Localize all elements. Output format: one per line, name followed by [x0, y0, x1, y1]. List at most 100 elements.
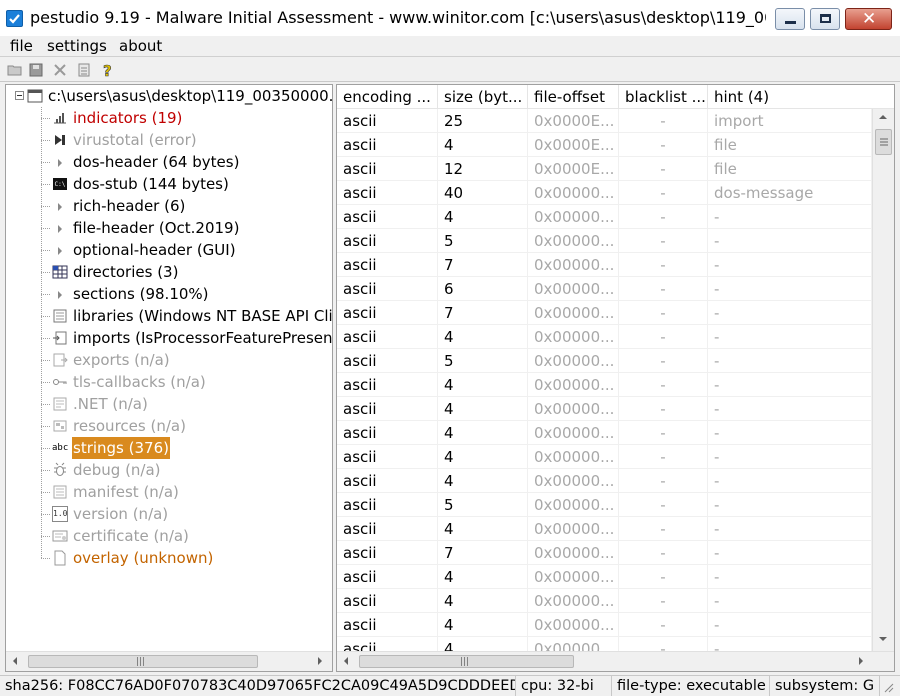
scroll-down-arrow-icon[interactable]: [879, 637, 887, 641]
table-row[interactable]: ascii 4 0x00000... - -: [337, 589, 872, 613]
cell-hint: -: [708, 277, 872, 301]
tree-item[interactable]: optional-header (GUI): [6, 239, 332, 261]
table-row[interactable]: ascii 4 0x00000... - -: [337, 373, 872, 397]
tree-view[interactable]: c:\users\asus\desktop\119_00350000.b ind…: [6, 85, 332, 651]
expand-triangle-icon[interactable]: [58, 291, 62, 299]
table-row[interactable]: ascii 5 0x00000... - -: [337, 229, 872, 253]
tree-item[interactable]: libraries (Windows NT BASE API Clier: [6, 305, 332, 327]
cell-file-offset: 0x0000E...: [528, 157, 619, 181]
table-row[interactable]: ascii 4 0x00000... - -: [337, 421, 872, 445]
table-hscroll-thumb[interactable]: |||: [359, 655, 574, 668]
tree-item[interactable]: debug (n/a): [6, 459, 332, 481]
table-row[interactable]: ascii 4 0x00000... - -: [337, 205, 872, 229]
svg-text:C:\: C:\: [55, 181, 66, 188]
menu-about[interactable]: about: [119, 36, 162, 56]
table-row[interactable]: ascii 6 0x00000... - -: [337, 277, 872, 301]
title-bar[interactable]: pestudio 9.19 - Malware Initial Assessme…: [0, 0, 900, 36]
table-row[interactable]: ascii 5 0x00000... - -: [337, 493, 872, 517]
table-row[interactable]: ascii 12 0x0000E... - file: [337, 157, 872, 181]
tree-item[interactable]: tls-callbacks (n/a): [6, 371, 332, 393]
table-vertical-scrollbar[interactable]: [872, 109, 894, 651]
tree-item[interactable]: resources (n/a): [6, 415, 332, 437]
tree-item[interactable]: 1.0 version (n/a): [6, 503, 332, 525]
column-header-blacklist[interactable]: blacklist ...: [619, 85, 708, 109]
scroll-left-arrow-icon[interactable]: [13, 657, 17, 665]
open-folder-icon[interactable]: [7, 62, 23, 78]
strings-table[interactable]: ascii 25 0x0000E... - import ascii 4 0x0000E...…: [337, 109, 872, 651]
tree-item[interactable]: indicators (19): [6, 107, 332, 129]
table-row[interactable]: ascii 4 0x00000... - -: [337, 517, 872, 541]
table-row[interactable]: ascii 40 0x00000... - dos-message: [337, 181, 872, 205]
cell-file-offset: 0x0000E...: [528, 109, 619, 133]
expand-triangle-icon[interactable]: [58, 225, 62, 233]
table-row[interactable]: ascii 5 0x00000... - -: [337, 349, 872, 373]
tree-item-label: exports (n/a): [73, 351, 170, 369]
tree-guide-line: [41, 536, 50, 537]
scroll-right-arrow-icon[interactable]: [859, 657, 863, 665]
tree-scroll-thumb[interactable]: |||: [28, 655, 258, 668]
expand-triangle-icon[interactable]: [58, 247, 62, 255]
tree-item[interactable]: imports (IsProcessorFeaturePresent): [6, 327, 332, 349]
column-header-hint[interactable]: hint (4): [708, 85, 872, 109]
menu-file[interactable]: file: [10, 36, 33, 56]
tree-item[interactable]: rich-header (6): [6, 195, 332, 217]
tree-item[interactable]: sections (98.10%): [6, 283, 332, 305]
tree-item[interactable]: manifest (n/a): [6, 481, 332, 503]
expand-triangle-icon[interactable]: [58, 159, 62, 167]
scroll-left-arrow-icon[interactable]: [344, 657, 348, 665]
table-row[interactable]: ascii 4 0x00000... - -: [337, 637, 872, 651]
expand-triangle-icon[interactable]: [58, 203, 62, 211]
collapse-toggle[interactable]: [15, 91, 24, 100]
minimize-button[interactable]: [775, 8, 805, 30]
table-row[interactable]: ascii 4 0x00000... - -: [337, 397, 872, 421]
table-row[interactable]: ascii 4 0x0000E... - file: [337, 133, 872, 157]
tree-item[interactable]: abc strings (376): [6, 437, 332, 459]
strings-pane[interactable]: encoding ... size (byt... file-offset bl…: [336, 84, 895, 672]
tree-item[interactable]: directories (3): [6, 261, 332, 283]
tree-item[interactable]: certificate (n/a): [6, 525, 332, 547]
tree-item[interactable]: dos-header (64 bytes): [6, 151, 332, 173]
tree-item[interactable]: C:\ dos-stub (144 bytes): [6, 173, 332, 195]
cell-size: 4: [438, 133, 528, 157]
cell-size: 7: [438, 301, 528, 325]
column-header-file-offset[interactable]: file-offset: [528, 85, 619, 109]
cell-hint: file: [708, 133, 872, 157]
table-vscroll-thumb[interactable]: [875, 129, 892, 155]
scroll-up-arrow-icon[interactable]: [879, 115, 887, 119]
table-row[interactable]: ascii 7 0x00000... - -: [337, 541, 872, 565]
cell-size: 4: [438, 469, 528, 493]
save-icon[interactable]: [28, 62, 44, 78]
tree-item[interactable]: .NET (n/a): [6, 393, 332, 415]
tree-item[interactable]: file-header (Oct.2019): [6, 217, 332, 239]
tree-item[interactable]: exports (n/a): [6, 349, 332, 371]
help-icon[interactable]: ?: [100, 62, 116, 78]
table-row[interactable]: ascii 4 0x00000... - -: [337, 469, 872, 493]
table-row[interactable]: ascii 4 0x00000... - -: [337, 565, 872, 589]
cell-size: 4: [438, 421, 528, 445]
close-button[interactable]: ✕: [845, 8, 892, 30]
scroll-right-arrow-icon[interactable]: [318, 657, 322, 665]
resources-icon: [53, 420, 67, 432]
table-row[interactable]: ascii 4 0x00000... - -: [337, 325, 872, 349]
cut-icon[interactable]: [52, 62, 68, 78]
tree-item[interactable]: overlay (unknown): [6, 547, 332, 569]
tree-guide-line: [41, 316, 50, 317]
table-row[interactable]: ascii 4 0x00000... - -: [337, 613, 872, 637]
tree-pane[interactable]: c:\users\asus\desktop\119_00350000.b ind…: [5, 84, 333, 672]
tree-horizontal-scrollbar[interactable]: |||: [6, 651, 332, 671]
tree-item[interactable]: virustotal (error): [6, 129, 332, 151]
table-row[interactable]: ascii 7 0x00000... - -: [337, 301, 872, 325]
maximize-button[interactable]: [810, 8, 840, 30]
menu-settings[interactable]: settings: [47, 36, 107, 56]
table-row[interactable]: ascii 25 0x0000E... - import: [337, 109, 872, 133]
table-row[interactable]: ascii 4 0x00000... - -: [337, 445, 872, 469]
table-row[interactable]: ascii 7 0x00000... - -: [337, 253, 872, 277]
table-horizontal-scrollbar[interactable]: |||: [337, 651, 894, 671]
tree-root[interactable]: c:\users\asus\desktop\119_00350000.b: [6, 85, 332, 107]
resize-grip-icon[interactable]: [882, 681, 894, 693]
column-header-encoding[interactable]: encoding ...: [337, 85, 438, 109]
list-icon[interactable]: [76, 62, 92, 78]
pestudio-app-icon[interactable]: [6, 10, 23, 27]
cell-hint: -: [708, 253, 872, 277]
column-header-size[interactable]: size (byt...: [438, 85, 528, 109]
